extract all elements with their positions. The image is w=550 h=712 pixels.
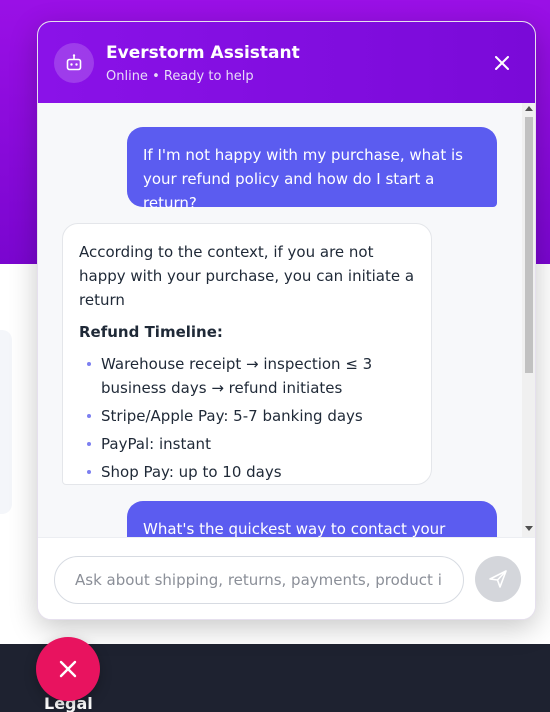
robot-icon [54,43,94,83]
chat-status: Online • Ready to help [106,69,254,84]
list-item: Warehouse receipt → inspection ≤ 3 busin… [79,352,415,400]
chat-title: Everstorm Assistant [106,43,300,63]
chat-widget: Everstorm Assistant Online • Ready to he… [37,21,536,620]
page-card-edge [0,330,12,514]
scroll-down-arrow-icon[interactable] [525,526,533,531]
user-message: If I'm not happy with my purchase, what … [127,127,497,212]
chat-toggle-button[interactable] [36,637,100,701]
user-message: What's the quickest way to contact your [127,501,497,537]
assistant-message-intro: According to the context, if you are not… [79,243,415,309]
send-button[interactable] [475,556,521,602]
chat-input-area [38,537,535,619]
refund-timeline-list: Warehouse receipt → inspection ≤ 3 busin… [79,352,415,484]
chat-message-input[interactable] [54,556,464,604]
scrollbar-thumb[interactable] [525,117,533,373]
list-item: PayPal: instant [79,432,415,456]
send-icon [489,570,507,588]
message-list[interactable]: If I'm not happy with my purchase, what … [38,103,535,537]
list-item: Shop Pay: up to 10 days [79,460,415,484]
chat-header: Everstorm Assistant Online • Ready to he… [38,22,535,103]
assistant-message: According to the context, if you are not… [62,223,432,485]
list-item: Stripe/Apple Pay: 5-7 banking days [79,404,415,428]
message-scrollbar[interactable] [522,103,535,537]
close-icon [59,660,77,678]
close-icon [495,56,509,70]
close-chat-button[interactable] [490,51,514,75]
assistant-message-heading: Refund Timeline: [79,323,223,341]
scroll-up-arrow-icon[interactable] [525,106,533,111]
